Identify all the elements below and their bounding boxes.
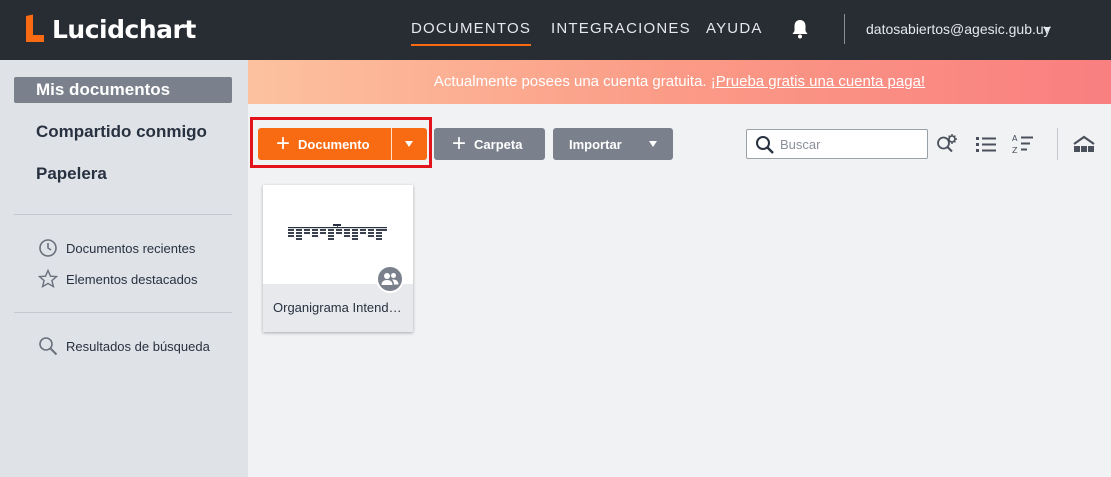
top-navigation-bar: Lucidchart DOCUMENTOS INTEGRACIONES AYUD… [0, 0, 1111, 60]
nav-help-link[interactable]: AYUDA [706, 20, 763, 46]
sidebar-item-shared-with-me[interactable]: Compartido conmigo [14, 119, 232, 145]
notifications-bell-icon[interactable] [791, 19, 809, 39]
new-folder-button[interactable]: + Carpeta [434, 128, 545, 160]
toolbar-separator [1057, 128, 1058, 160]
advanced-search-settings-icon[interactable] [936, 132, 958, 156]
sidebar-item-label: Resultados de búsqueda [66, 338, 210, 354]
card-size-icon[interactable] [1072, 132, 1096, 156]
sidebar-item-recent-documents[interactable]: Documentos recientes [38, 237, 195, 259]
search-icon [756, 136, 774, 154]
search-box[interactable] [746, 129, 928, 159]
sidebar-item-label: Elementos destacados [66, 271, 198, 287]
sidebar-item-starred[interactable]: Elementos destacados [38, 268, 198, 290]
sort-alphabetical-icon[interactable]: A Z [1012, 132, 1034, 156]
search-input[interactable] [780, 135, 920, 153]
import-dropdown-icon[interactable] [649, 141, 657, 147]
list-view-icon[interactable] [975, 132, 997, 156]
banner-text: Actualmente posees una cuenta gratuita. [433, 73, 711, 90]
new-folder-label: Carpeta [474, 136, 523, 152]
search-icon [39, 337, 58, 356]
sidebar-item-search-results[interactable]: Resultados de búsqueda [38, 335, 210, 357]
lucidchart-logo[interactable]: Lucidchart [26, 14, 196, 44]
logo-text: Lucidchart [52, 14, 196, 44]
plus-icon: + [452, 130, 467, 157]
nav-integrations-link[interactable]: INTEGRACIONES [551, 20, 691, 46]
sidebar-item-label: Documentos recientes [66, 240, 196, 256]
import-label: Importar [569, 136, 622, 152]
clock-icon [39, 239, 57, 257]
upgrade-trial-link[interactable]: ¡Prueba gratis una cuenta paga! [711, 73, 925, 90]
import-button[interactable]: Importar [553, 128, 673, 160]
nav-documents-link[interactable]: DOCUMENTOS [411, 20, 532, 46]
lucidchart-logo-icon [26, 14, 46, 42]
document-card[interactable]: Organigrama Intendencia [263, 185, 413, 332]
new-document-dropdown-icon[interactable] [405, 141, 413, 147]
sidebar-divider [14, 214, 232, 215]
account-menu[interactable]: datosabiertos@agesic.gub.uy [866, 21, 1051, 37]
nav-separator [844, 14, 845, 44]
sidebar-item-my-documents[interactable]: Mis documentos [14, 77, 232, 103]
free-account-banner: Actualmente posees una cuenta gratuita. … [248, 60, 1111, 104]
shared-users-icon [376, 265, 404, 293]
button-split-divider [391, 128, 392, 160]
new-document-label: Documento [298, 136, 370, 152]
svg-text:Z: Z [1012, 146, 1018, 155]
account-caret-icon[interactable] [1043, 27, 1051, 32]
svg-text:A: A [1012, 134, 1018, 143]
plus-icon: + [276, 130, 291, 157]
document-title: Organigrama Intendencia [273, 300, 403, 315]
sidebar-divider [14, 312, 232, 313]
sidebar-item-trash[interactable]: Papelera [14, 161, 232, 187]
new-document-button[interactable]: + Documento [258, 128, 427, 160]
star-icon [38, 269, 58, 289]
